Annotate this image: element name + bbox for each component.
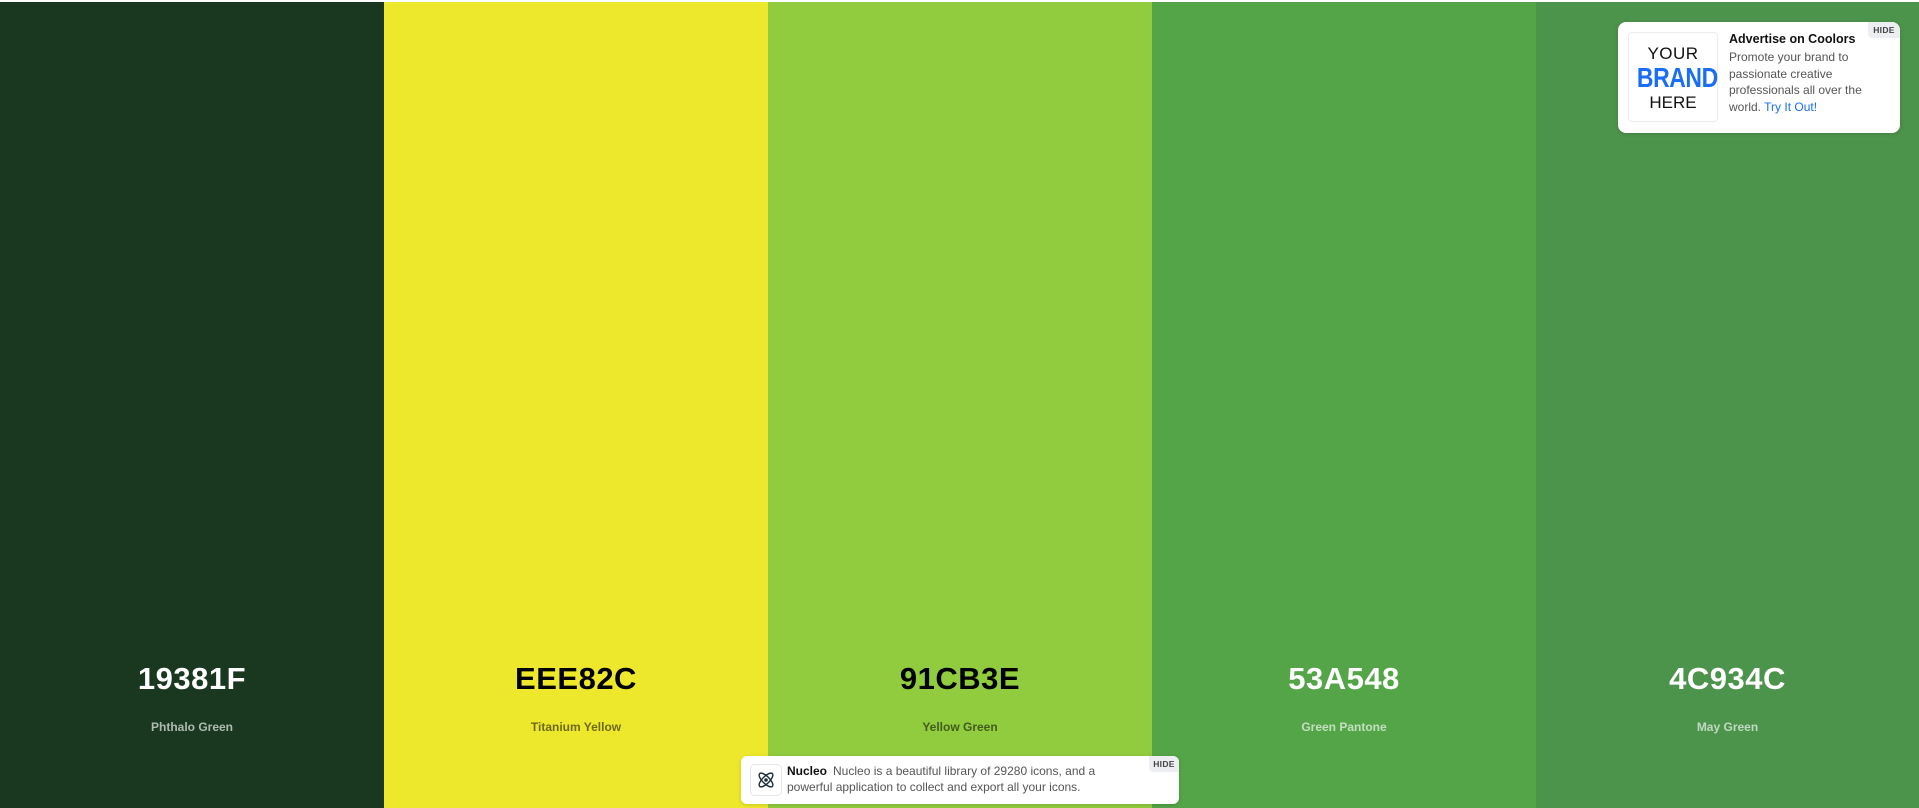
ad-try-link[interactable]: Try It Out!: [1764, 100, 1817, 114]
color-swatch-4[interactable]: 53A548 Green Pantone: [1152, 2, 1536, 808]
brand-logo[interactable]: YOUR BRAND HERE: [1628, 32, 1718, 122]
logo-line-brand: BRAND: [1636, 62, 1718, 93]
ad-card[interactable]: YOUR BRAND HERE Advertise on Coolors Pro…: [1618, 22, 1900, 133]
color-hex[interactable]: EEE82C: [384, 661, 768, 697]
color-name[interactable]: May Green: [1536, 720, 1919, 734]
color-name[interactable]: Green Pantone: [1152, 720, 1536, 734]
nucleo-atom-icon[interactable]: [750, 764, 782, 796]
ad-description: Promote your brand to passionate creativ…: [1729, 49, 1879, 115]
color-hex[interactable]: 53A548: [1152, 661, 1536, 697]
color-hex[interactable]: 19381F: [0, 661, 384, 697]
color-name[interactable]: Yellow Green: [768, 720, 1152, 734]
nucleo-ad-bar[interactable]: Nucleo Nucleo is a beautiful library of 2…: [741, 756, 1179, 804]
logo-line-your: YOUR: [1647, 44, 1699, 63]
color-hex[interactable]: 91CB3E: [768, 661, 1152, 697]
color-hex[interactable]: 4C934C: [1536, 661, 1919, 697]
color-swatch-1[interactable]: 19381F Phthalo Green: [0, 2, 384, 808]
color-swatch-2[interactable]: EEE82C Titanium Yellow: [384, 2, 768, 808]
nucleo-text: Nucleo Nucleo is a beautiful library of 2…: [787, 763, 1132, 795]
logo-line-here: HERE: [1649, 93, 1697, 112]
nucleo-brand: Nucleo: [787, 764, 828, 778]
color-swatch-3[interactable]: 91CB3E Yellow Green: [768, 2, 1152, 808]
nucleo-hide-button[interactable]: HIDE: [1149, 756, 1179, 772]
color-name[interactable]: Titanium Yellow: [384, 720, 768, 734]
ad-hide-button[interactable]: HIDE: [1868, 22, 1900, 38]
nucleo-description: Nucleo is a beautiful library of 29280 i…: [787, 764, 1096, 794]
color-name[interactable]: Phthalo Green: [0, 720, 384, 734]
ad-title: Advertise on Coolors: [1729, 32, 1856, 46]
